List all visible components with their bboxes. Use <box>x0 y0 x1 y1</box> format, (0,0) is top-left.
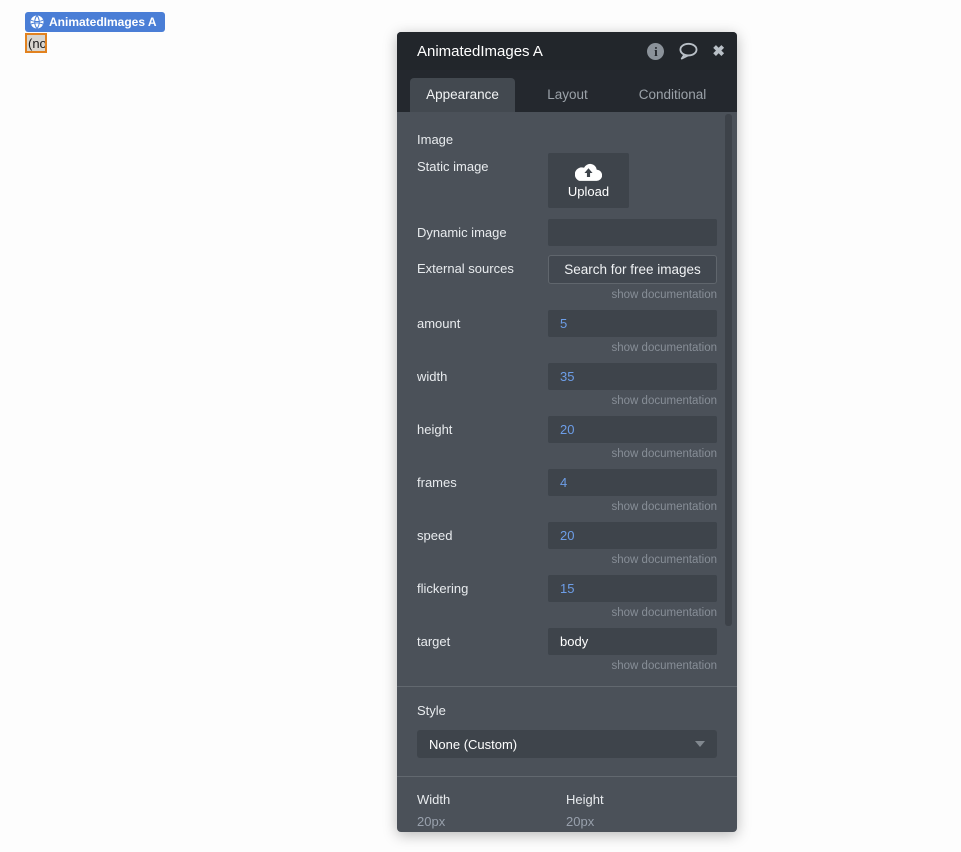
dim-width-value: 20px <box>417 814 566 829</box>
section-divider <box>397 686 737 687</box>
panel-body: Image Static image Upload Dynamic image … <box>397 112 737 832</box>
chevron-down-icon <box>695 741 705 747</box>
height-label: height <box>417 416 548 460</box>
panel-title: AnimatedImages A <box>417 43 647 60</box>
selected-element[interactable]: (no <box>25 33 47 53</box>
cloud-upload-icon <box>575 162 602 181</box>
height-input[interactable]: 20 <box>548 416 717 443</box>
width-row: width 35 show documentation <box>417 363 717 407</box>
selected-element-text: (no <box>28 36 47 51</box>
speed-row: speed 20 show documentation <box>417 522 717 566</box>
amount-row: amount 5 show documentation <box>417 310 717 354</box>
dynamic-image-row: Dynamic image <box>417 219 717 246</box>
panel-drag-handle[interactable]: AnimatedImages A i ✖ <box>397 32 737 70</box>
frames-row: frames 4 show documentation <box>417 469 717 513</box>
target-label: target <box>417 628 548 672</box>
static-image-label: Static image <box>417 153 548 208</box>
amount-input[interactable]: 5 <box>548 310 717 337</box>
dynamic-image-input[interactable] <box>548 219 717 246</box>
dim-height-value: 20px <box>566 814 715 829</box>
show-documentation-link[interactable]: show documentation <box>548 395 717 407</box>
panel-tabs: Appearance Layout Conditional <box>397 70 737 112</box>
style-dropdown[interactable]: None (Custom) <box>417 730 717 758</box>
dim-width-label: Width <box>417 792 566 807</box>
search-free-images-button[interactable]: Search for free images <box>548 255 717 284</box>
flickering-input[interactable]: 15 <box>548 575 717 602</box>
property-editor-panel: AnimatedImages A i ✖ Appearance Layout C… <box>397 32 737 832</box>
dynamic-image-label: Dynamic image <box>417 219 548 246</box>
static-image-row: Static image Upload <box>417 153 717 208</box>
speed-label: speed <box>417 522 548 566</box>
tab-appearance[interactable]: Appearance <box>410 78 515 112</box>
external-sources-label: External sources <box>417 255 548 301</box>
frames-label: frames <box>417 469 548 513</box>
show-documentation-link[interactable]: show documentation <box>548 448 717 460</box>
show-documentation-link[interactable]: show documentation <box>548 554 717 566</box>
speed-input[interactable]: 20 <box>548 522 717 549</box>
height-row: height 20 show documentation <box>417 416 717 460</box>
section-divider <box>397 776 737 777</box>
show-documentation-link[interactable]: show documentation <box>548 607 717 619</box>
show-documentation-link[interactable]: show documentation <box>548 501 717 513</box>
dim-height-label: Height <box>566 792 715 807</box>
close-icon[interactable]: ✖ <box>712 44 725 59</box>
editor-canvas: { "canvas": { "badge": { "label": "Anima… <box>0 0 961 852</box>
tab-conditional[interactable]: Conditional <box>620 78 725 112</box>
external-sources-row: External sources Search for free images … <box>417 255 717 301</box>
width-label: width <box>417 363 548 407</box>
image-section-label: Image <box>417 132 717 147</box>
tab-layout[interactable]: Layout <box>515 78 620 112</box>
info-icon[interactable]: i <box>647 43 664 60</box>
dimensions-footer: Width 20px Height 20px <box>417 792 717 829</box>
width-input[interactable]: 35 <box>548 363 717 390</box>
panel-scrollbar[interactable] <box>725 114 732 626</box>
plugin-ball-icon <box>30 15 44 29</box>
target-input[interactable]: body <box>548 628 717 655</box>
comment-icon[interactable] <box>677 42 699 60</box>
flickering-row: flickering 15 show documentation <box>417 575 717 619</box>
upload-button-label: Upload <box>568 184 609 199</box>
amount-label: amount <box>417 310 548 354</box>
element-badge-label: AnimatedImages A <box>49 15 157 29</box>
target-row: target body show documentation <box>417 628 717 672</box>
style-section-label: Style <box>417 703 717 718</box>
flickering-label: flickering <box>417 575 548 619</box>
upload-button[interactable]: Upload <box>548 153 629 208</box>
show-documentation-link[interactable]: show documentation <box>548 660 717 672</box>
show-documentation-link[interactable]: show documentation <box>548 289 717 301</box>
frames-input[interactable]: 4 <box>548 469 717 496</box>
element-badge[interactable]: AnimatedImages A <box>25 12 165 32</box>
show-documentation-link[interactable]: show documentation <box>548 342 717 354</box>
style-dropdown-value: None (Custom) <box>429 737 695 752</box>
